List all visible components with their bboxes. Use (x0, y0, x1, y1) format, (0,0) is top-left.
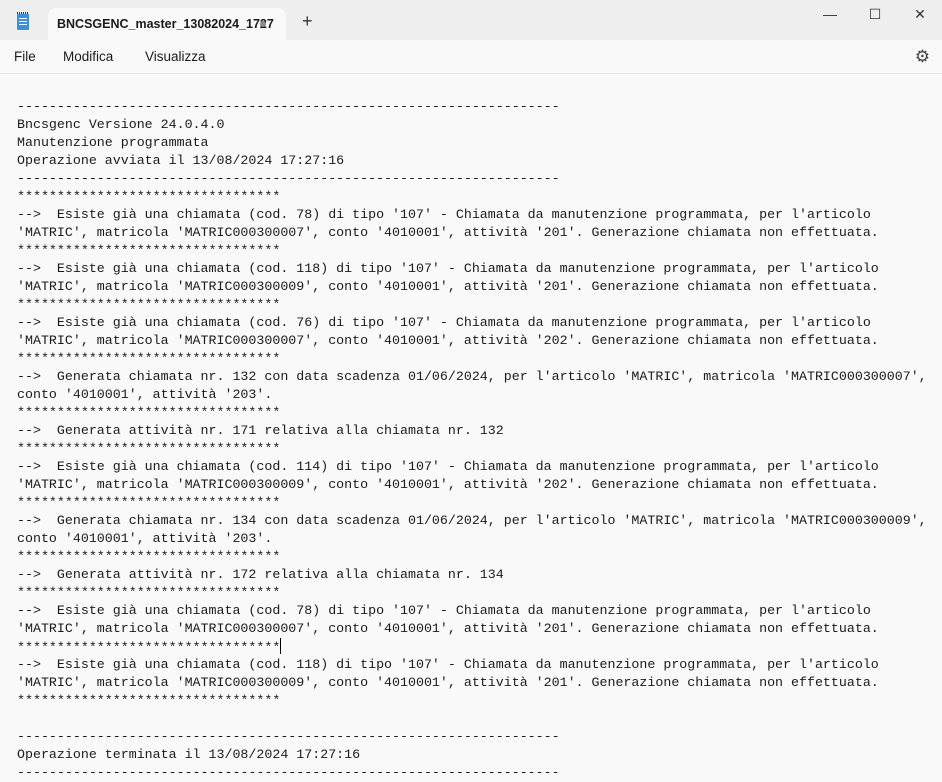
text-line: 'MATRIC', matricola 'MATRIC000300009', c… (17, 675, 879, 690)
text-line: conto '4010001', attività '203'. (17, 531, 273, 546)
text-line: ********************************* (17, 243, 281, 258)
text-line: ----------------------------------------… (17, 765, 560, 780)
text-line: ********************************* (17, 189, 281, 204)
text-line: ----------------------------------------… (17, 729, 560, 744)
text-line: --> Esiste già una chiamata (cod. 114) d… (17, 459, 879, 474)
minimize-button[interactable]: — (815, 4, 845, 24)
gear-icon[interactable]: ⚙ (915, 47, 930, 67)
text-line: 'MATRIC', matricola 'MATRIC000300007', c… (17, 333, 879, 348)
text-line: ********************************* (17, 495, 281, 510)
text-line: --> Esiste già una chiamata (cod. 118) d… (17, 261, 879, 276)
text-line: Operazione terminata il 13/08/2024 17:27… (17, 747, 361, 762)
text-line: 'MATRIC', matricola 'MATRIC000300009', c… (17, 279, 879, 294)
text-line: Bncsgenc Versione 24.0.4.0 (17, 117, 225, 132)
menu-bar: File Modifica Visualizza ⚙ (0, 40, 942, 74)
document-text[interactable]: ----------------------------------------… (17, 80, 927, 782)
text-line: ----------------------------------------… (17, 171, 560, 186)
new-tab-button[interactable]: + (302, 12, 313, 30)
text-line: ********************************* (17, 549, 281, 564)
notepad-icon (17, 12, 29, 30)
text-line: ********************************* (17, 693, 281, 708)
text-line: --> Generata chiamata nr. 132 con data s… (17, 369, 927, 384)
text-line: --> Generata attività nr. 171 relativa a… (17, 423, 504, 438)
text-line: ********************************* (17, 441, 281, 456)
menu-edit[interactable]: Modifica (63, 49, 113, 64)
text-line: 'MATRIC', matricola 'MATRIC000300009', c… (17, 477, 879, 492)
maximize-button[interactable]: ☐ (860, 4, 890, 24)
unsaved-dot-icon[interactable] (260, 21, 266, 27)
text-line: 'MATRIC', matricola 'MATRIC000300007', c… (17, 225, 879, 240)
text-line: Manutenzione programmata (17, 135, 209, 150)
text-line: --> Esiste già una chiamata (cod. 76) di… (17, 315, 871, 330)
tab-title: BNCSGENC_master_13082024_1727 (57, 17, 274, 31)
text-line: ********************************* (17, 351, 281, 366)
text-line: conto '4010001', attività '203'. (17, 387, 273, 402)
tab-document[interactable]: BNCSGENC_master_13082024_1727 (48, 8, 286, 40)
text-line (17, 80, 927, 98)
text-line: --> Generata chiamata nr. 134 con data s… (17, 513, 927, 528)
menu-file[interactable]: File (14, 49, 36, 64)
text-editor[interactable]: ----------------------------------------… (0, 74, 942, 780)
text-caret (280, 638, 282, 654)
text-line: ********************************* (17, 405, 281, 420)
menu-view[interactable]: Visualizza (145, 49, 206, 64)
text-line: --> Generata attività nr. 172 relativa a… (17, 567, 504, 582)
text-line: Operazione avviata il 13/08/2024 17:27:1… (17, 153, 345, 168)
text-line: --> Esiste già una chiamata (cod. 118) d… (17, 657, 879, 672)
text-line: 'MATRIC', matricola 'MATRIC000300007', c… (17, 621, 879, 636)
text-line (17, 710, 927, 728)
title-bar: BNCSGENC_master_13082024_1727 + — ☐ ✕ (0, 0, 942, 40)
text-line: --> Esiste già una chiamata (cod. 78) di… (17, 207, 871, 222)
text-line: ----------------------------------------… (17, 99, 560, 114)
text-line: ********************************* (17, 638, 282, 655)
close-button[interactable]: ✕ (905, 4, 935, 24)
text-line: ********************************* (17, 585, 281, 600)
text-line: --> Esiste già una chiamata (cod. 78) di… (17, 603, 871, 618)
text-line: ********************************* (17, 297, 281, 312)
